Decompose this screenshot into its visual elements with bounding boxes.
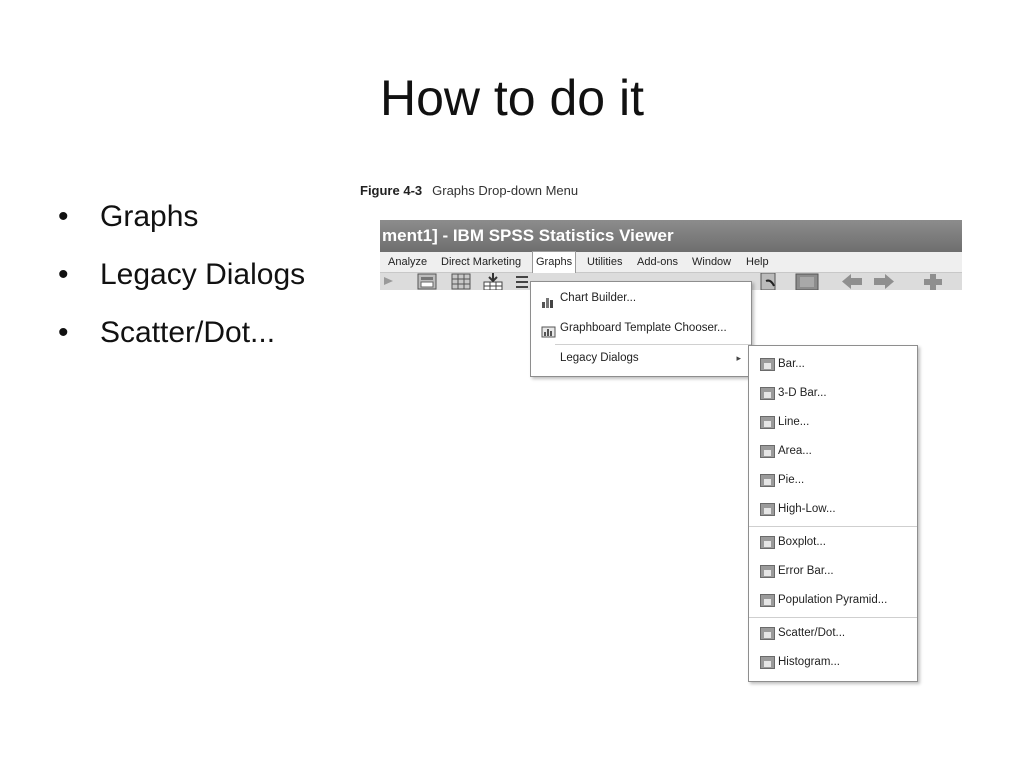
bullet-list: Graphs Legacy Dialogs Scatter/Dot...	[58, 188, 305, 362]
variables-icon[interactable]	[450, 273, 472, 290]
menu-item-legacy-dialogs[interactable]: Legacy Dialogs ▸	[531, 345, 751, 371]
scatter-plot-icon	[760, 627, 775, 640]
menu-item-label: Graphboard Template Chooser...	[560, 322, 727, 334]
boxplot-icon	[760, 536, 775, 549]
figure-number: Figure 4-3	[360, 183, 423, 198]
menu-item-high-low[interactable]: High-Low...	[749, 495, 917, 524]
bar-chart-icon	[760, 358, 775, 371]
list-icon[interactable]	[514, 273, 530, 290]
pie-chart-icon	[760, 474, 775, 487]
spss-viewer-window: ment1] - IBM SPSS Statistics Viewer Anal…	[380, 220, 962, 290]
menu-item-label: Scatter/Dot...	[778, 627, 846, 639]
menu-bar: Analyze Direct Marketing Graphs Utilitie…	[380, 251, 962, 273]
legacy-dialogs-submenu: Bar... 3-D Bar... Line... Area... Pie...…	[748, 345, 918, 682]
submenu-arrow-icon: ▸	[736, 353, 741, 363]
menu-item-scatter-dot[interactable]: Scatter/Dot...	[749, 619, 917, 648]
menu-item-line[interactable]: Line...	[749, 408, 917, 437]
high-low-chart-icon	[760, 503, 775, 516]
menu-item-population-pyramid[interactable]: Population Pyramid...	[749, 586, 917, 615]
menu-item-label: Chart Builder...	[560, 292, 637, 304]
figure-caption: Figure 4-3 Graphs Drop-down Menu	[360, 183, 578, 198]
expand-icon[interactable]	[922, 273, 944, 290]
3d-bar-chart-icon	[760, 387, 775, 400]
line-chart-icon	[760, 416, 775, 429]
menu-item-boxplot[interactable]: Boxplot...	[749, 528, 917, 557]
menu-direct-marketing[interactable]: Direct Marketing	[441, 252, 521, 272]
bullet-graphs: Graphs	[58, 188, 305, 246]
import-data-icon[interactable]	[482, 273, 504, 290]
menu-item-label: Population Pyramid...	[778, 594, 888, 606]
menu-item-bar[interactable]: Bar...	[749, 350, 917, 379]
menu-item-label: Boxplot...	[778, 536, 826, 548]
bullet-legacy-dialogs: Legacy Dialogs	[58, 246, 305, 304]
script-icon[interactable]	[758, 273, 780, 290]
menu-item-3d-bar[interactable]: 3-D Bar...	[749, 379, 917, 408]
forward-arrow-icon[interactable]	[872, 273, 896, 290]
error-bar-icon	[760, 565, 775, 578]
graphs-dropdown-menu: Chart Builder... Graphboard Template Cho…	[530, 281, 752, 377]
menu-help[interactable]: Help	[746, 252, 769, 272]
menu-utilities[interactable]: Utilities	[587, 252, 622, 272]
window-titlebar: ment1] - IBM SPSS Statistics Viewer	[380, 220, 962, 252]
menu-item-pie[interactable]: Pie...	[749, 466, 917, 495]
menu-item-graphboard-template-chooser[interactable]: Graphboard Template Chooser...	[531, 315, 751, 341]
area-chart-icon	[760, 445, 775, 458]
menu-item-label: High-Low...	[778, 503, 836, 515]
menu-item-label: Legacy Dialogs	[560, 352, 639, 364]
menu-window[interactable]: Window	[692, 252, 731, 272]
menu-item-histogram[interactable]: Histogram...	[749, 648, 917, 677]
menu-add-ons[interactable]: Add-ons	[637, 252, 678, 272]
designate-window-icon[interactable]	[794, 273, 820, 290]
back-arrow-icon[interactable]	[840, 273, 864, 290]
figure-caption-text: Graphs Drop-down Menu	[432, 183, 579, 198]
menu-item-label: Line...	[778, 416, 810, 428]
chart-builder-icon	[541, 292, 556, 308]
menu-separator	[749, 526, 917, 527]
arrow-icon[interactable]	[382, 273, 396, 290]
menu-item-label: Histogram...	[778, 656, 840, 668]
graphboard-icon	[541, 322, 556, 338]
slide-title: How to do it	[379, 70, 644, 126]
menu-item-label: Error Bar...	[778, 565, 834, 577]
goto-case-icon[interactable]	[416, 273, 438, 290]
menu-item-label: Area...	[778, 445, 812, 457]
menu-item-error-bar[interactable]: Error Bar...	[749, 557, 917, 586]
menu-separator	[749, 617, 917, 618]
menu-item-label: 3-D Bar...	[778, 387, 827, 399]
histogram-icon	[760, 656, 775, 669]
menu-item-label: Pie...	[778, 474, 805, 486]
menu-item-label: Bar...	[778, 358, 805, 370]
population-pyramid-icon	[760, 594, 775, 607]
menu-item-area[interactable]: Area...	[749, 437, 917, 466]
menu-item-chart-builder[interactable]: Chart Builder...	[531, 285, 751, 311]
bullet-scatter-dot: Scatter/Dot...	[58, 304, 305, 362]
menu-graphs[interactable]: Graphs	[532, 251, 577, 273]
menu-analyze[interactable]: Analyze	[388, 252, 427, 272]
